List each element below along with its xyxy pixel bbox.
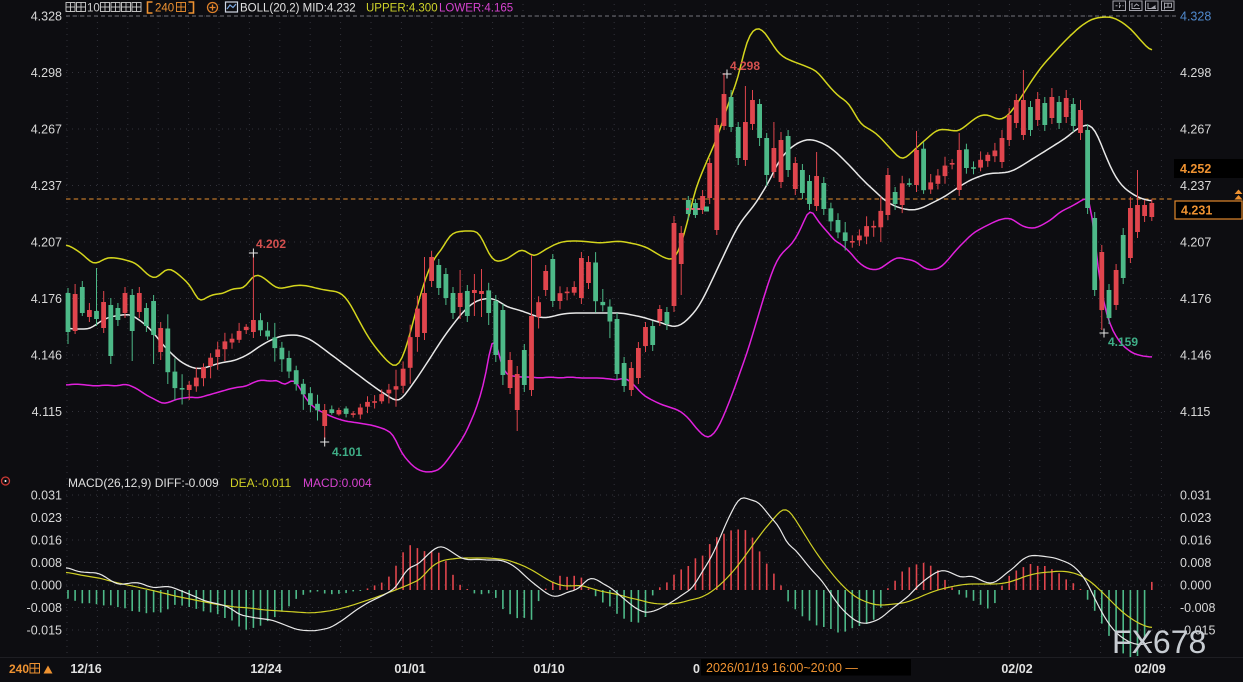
svg-text:4.115: 4.115	[1180, 405, 1210, 419]
svg-text:4.237: 4.237	[31, 179, 62, 193]
svg-text:4.207: 4.207	[1180, 236, 1211, 250]
svg-text:0.008: 0.008	[31, 556, 62, 570]
svg-text:12/24: 12/24	[250, 662, 281, 676]
svg-text:0.016: 0.016	[31, 534, 62, 548]
svg-text:0.023: 0.023	[1180, 511, 1211, 525]
svg-text:240: 240	[9, 662, 29, 676]
svg-text:4.237: 4.237	[1180, 179, 1211, 193]
svg-text:4.176: 4.176	[31, 292, 62, 306]
svg-text:4.328: 4.328	[31, 10, 62, 24]
svg-text:10: 10	[87, 3, 100, 15]
svg-text:0.023: 0.023	[31, 511, 62, 525]
svg-text:0.000: 0.000	[1180, 579, 1211, 593]
svg-text:4.202: 4.202	[256, 237, 286, 251]
svg-text:LOWER:4.165: LOWER:4.165	[439, 3, 513, 15]
svg-text:MACD(26,12,9) DIFF:-0.009: MACD(26,12,9) DIFF:-0.009	[68, 476, 219, 490]
svg-text:4.267: 4.267	[1180, 123, 1211, 137]
svg-text:-0.008: -0.008	[27, 601, 62, 615]
svg-text:UPPER:4.300: UPPER:4.300	[366, 3, 438, 15]
svg-text:4.298: 4.298	[1180, 66, 1211, 80]
svg-text:-0.008: -0.008	[1180, 601, 1215, 615]
svg-text:01/10: 01/10	[533, 662, 564, 676]
svg-text:0.031: 0.031	[1180, 489, 1211, 503]
svg-text:4.101: 4.101	[332, 445, 362, 459]
svg-text:4.267: 4.267	[31, 123, 62, 137]
svg-text:0.008: 0.008	[1180, 556, 1211, 570]
svg-text:4.176: 4.176	[1180, 292, 1211, 306]
svg-text:12/16: 12/16	[70, 662, 101, 676]
svg-text:01/01: 01/01	[394, 662, 425, 676]
svg-text:4.298: 4.298	[730, 59, 760, 73]
svg-text:240: 240	[155, 3, 174, 15]
svg-text:4.115: 4.115	[32, 405, 62, 419]
svg-text:4.328: 4.328	[1180, 10, 1211, 24]
svg-text:DEA:-0.011: DEA:-0.011	[230, 476, 291, 490]
svg-text:4.207: 4.207	[31, 236, 62, 250]
svg-text:4.298: 4.298	[31, 66, 62, 80]
svg-text:4.231: 4.231	[1181, 204, 1212, 218]
svg-text:FX678: FX678	[1112, 624, 1206, 660]
svg-text:0.016: 0.016	[1180, 534, 1211, 548]
svg-text:MACD:0.004: MACD:0.004	[303, 476, 372, 490]
svg-text:2026/01/19 16:00~20:00 —: 2026/01/19 16:00~20:00 —	[706, 661, 858, 675]
svg-text:-0.015: -0.015	[27, 624, 62, 638]
svg-text:0.031: 0.031	[31, 489, 62, 503]
svg-text:02/02: 02/02	[1001, 662, 1032, 676]
svg-text:0: 0	[693, 662, 700, 676]
svg-text:4.159: 4.159	[1108, 335, 1138, 349]
svg-text:0.000: 0.000	[31, 579, 62, 593]
svg-text:4.252: 4.252	[1180, 162, 1211, 176]
svg-text:02/09: 02/09	[1134, 662, 1165, 676]
svg-text:BOLL(20,2) MID:4.232: BOLL(20,2) MID:4.232	[240, 3, 356, 15]
svg-text:4.146: 4.146	[31, 349, 62, 363]
svg-text:4.146: 4.146	[1180, 349, 1211, 363]
